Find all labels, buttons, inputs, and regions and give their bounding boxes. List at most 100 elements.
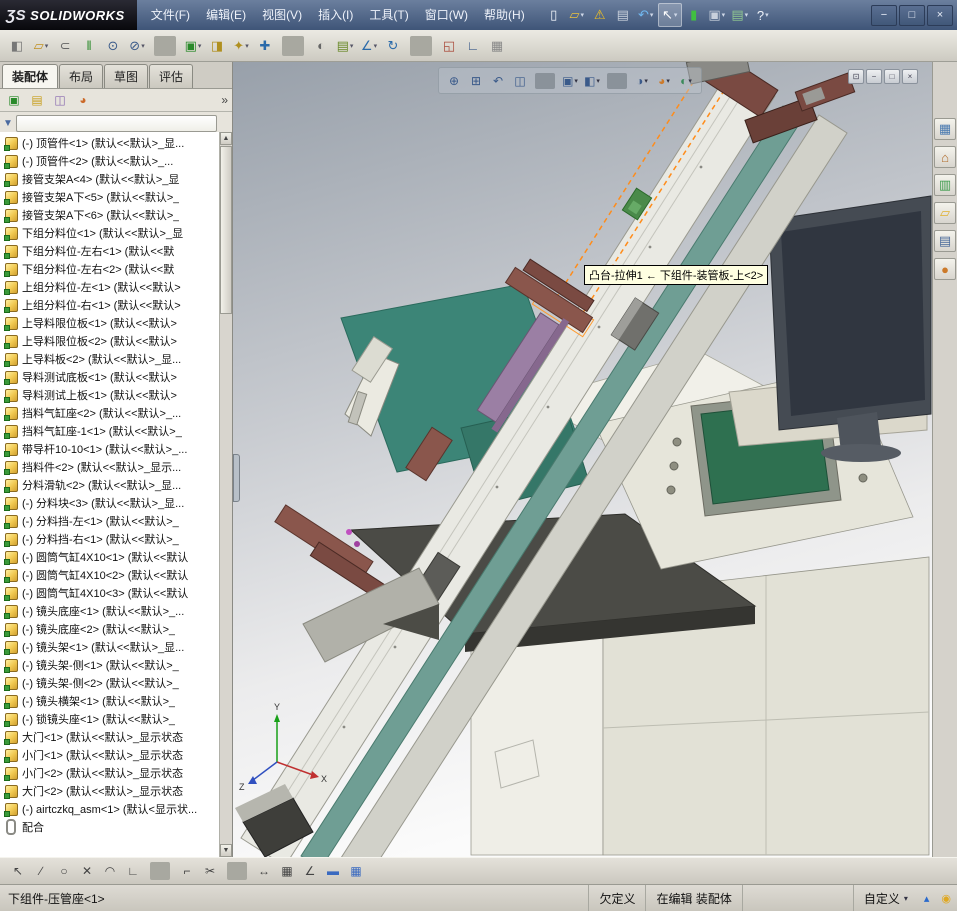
appearance-icon[interactable]: ◕ — [654, 71, 674, 91]
simulate-icon[interactable]: ↻ — [382, 35, 404, 57]
select-icon[interactable]: ↖ — [8, 861, 28, 881]
delete-icon[interactable]: ✕ — [77, 861, 97, 881]
menu-item[interactable]: 帮助(H) — [476, 0, 533, 30]
tree-item[interactable]: (-) 镜头架-侧<2> (默认<<默认>_ — [0, 674, 221, 692]
doc-minimize-icon[interactable]: − — [866, 69, 882, 84]
tree-item[interactable]: 上导料限位板<2> (默认<<默认> — [0, 332, 221, 350]
measure-icon[interactable]: ∟ — [462, 35, 484, 57]
doc-close-icon[interactable]: × — [902, 69, 918, 84]
menu-item[interactable]: 文件(F) — [143, 0, 198, 30]
scroll-up-button[interactable]: ▲ — [220, 132, 232, 145]
hatch-icon[interactable]: ▦ — [277, 861, 297, 881]
tree-item[interactable]: 接管支架A下<5> (默认<<默认>_ — [0, 188, 221, 206]
trim-icon[interactable]: ✂ — [200, 861, 220, 881]
toolbar-button[interactable] — [154, 35, 176, 56]
select-tool-icon[interactable]: ↖ — [657, 3, 682, 27]
update-icon[interactable]: ▴ — [924, 892, 930, 905]
scene-icon[interactable]: ◐ — [676, 71, 696, 91]
help-icon[interactable]: ? — [752, 4, 774, 26]
tree-item[interactable]: 配合 — [0, 818, 221, 836]
status-custom[interactable]: 自定义 ▾ — [852, 885, 918, 911]
mass-properties-icon[interactable]: ▦ — [486, 35, 508, 57]
maximize-button[interactable]: □ — [899, 4, 925, 26]
open-part-icon[interactable]: ▱ — [30, 35, 52, 57]
mate-icon[interactable]: ◨ — [206, 35, 228, 57]
view-orientation-icon[interactable]: ▣ — [560, 71, 580, 91]
insert-component-icon[interactable]: ▣ — [182, 35, 204, 57]
previous-view-icon[interactable]: ↶ — [488, 71, 508, 91]
tree-item[interactable]: (-) 镜头底座<2> (默认<<默认>_ — [0, 620, 221, 638]
tree-item[interactable]: (-) 锁镜头座<1> (默认<<默认>_ — [0, 710, 221, 728]
tree-item[interactable]: (-) 镜头横架<1> (默认<<默认>_ — [0, 692, 221, 710]
tree-item[interactable]: 挡料件<2> (默认<<默认>_显示... — [0, 458, 221, 476]
tree-item[interactable]: 大门<2> (默认<<默认>_显示状态 — [0, 782, 221, 800]
toolbar-button[interactable] — [410, 35, 432, 56]
tree-item[interactable]: (-) 分料挡-左<1> (默认<<默认>_ — [0, 512, 221, 530]
tree-item[interactable]: 上组分料位-右<1> (默认<<默认> — [0, 296, 221, 314]
sketch-tool-button[interactable] — [150, 862, 170, 880]
smart-fastener-icon[interactable]: ✦ — [230, 35, 252, 57]
table-icon[interactable]: ▦ — [346, 861, 366, 881]
interference-detection-icon[interactable]: ◱ — [438, 35, 460, 57]
reference-geometry-icon[interactable]: ∠ — [358, 35, 380, 57]
assembly-features-icon[interactable]: ▤ — [334, 35, 356, 57]
tree-item[interactable]: 大门<1> (默认<<默认>_显示状态 — [0, 728, 221, 746]
new-document-icon[interactable]: ▯ — [543, 4, 565, 26]
tree-item[interactable]: (-) 圆筒气缸4X10<3> (默认<<默认 — [0, 584, 221, 602]
display-style-icon[interactable]: ◧ — [582, 71, 602, 91]
section-view-icon[interactable]: ◫ — [510, 71, 530, 91]
view-settings-icon[interactable]: ◧ — [6, 35, 28, 57]
panel-tab[interactable]: 草图 — [104, 64, 149, 88]
doc-restore-icon[interactable]: □ — [884, 69, 900, 84]
appearances-icon[interactable]: ● — [934, 258, 956, 280]
component-pattern-icon[interactable]: ‖ — [78, 35, 100, 57]
tree-item[interactable]: 导料测试底板<1> (默认<<默认> — [0, 368, 221, 386]
displaymanager-icon[interactable]: ◕ — [73, 90, 93, 110]
sketch-tool-button[interactable] — [227, 862, 247, 880]
tree-item[interactable]: (-) 圆筒气缸4X10<2> (默认<<默认 — [0, 566, 221, 584]
view-palette-icon[interactable]: ▤ — [934, 230, 956, 252]
panel-splitter[interactable] — [233, 454, 240, 502]
tree-item[interactable]: 接管支架A<4> (默认<<默认>_显 — [0, 170, 221, 188]
arc-icon[interactable]: ◠ — [100, 861, 120, 881]
warning-icon[interactable]: ⚠ — [589, 4, 611, 26]
toolbar-button[interactable] — [282, 35, 304, 56]
panel-tab[interactable]: 评估 — [149, 64, 194, 88]
propertymanager-icon[interactable]: ▤ — [27, 90, 47, 110]
design-library-icon[interactable]: ▥ — [934, 174, 956, 196]
angle-icon[interactable]: ∠ — [300, 861, 320, 881]
tree-item[interactable]: 小门<1> (默认<<默认>_显示状态 — [0, 746, 221, 764]
tree-item[interactable]: 分料滑轨<2> (默认<<默认>_显... — [0, 476, 221, 494]
filter-input[interactable] — [15, 114, 217, 132]
circle-icon[interactable]: ○ — [54, 861, 74, 881]
menu-item[interactable]: 视图(V) — [254, 0, 310, 30]
tree-item[interactable]: (-) 镜头架<1> (默认<<默认>_显... — [0, 638, 221, 656]
menu-item[interactable]: 插入(I) — [310, 0, 361, 30]
tree-item[interactable]: 挡料气缸座-1<1> (默认<<默认>_ — [0, 422, 221, 440]
machine-model[interactable]: Y X Z — [233, 62, 932, 857]
scroll-thumb[interactable] — [220, 146, 232, 314]
tree-item[interactable]: 导料测试上板<1> (默认<<默认> — [0, 386, 221, 404]
zoom-fit-icon[interactable]: ⊕ — [444, 71, 464, 91]
tree-item[interactable]: 挡料气缸座<2> (默认<<默认>_... — [0, 404, 221, 422]
tree-item[interactable]: 接管支架A下<6> (默认<<默认>_ — [0, 206, 221, 224]
hide-show-icon[interactable]: ◑ — [632, 71, 652, 91]
tree-item[interactable]: (-) 分料块<3> (默认<<默认>_显... — [0, 494, 221, 512]
home-icon[interactable]: ⌂ — [934, 146, 956, 168]
hud-button[interactable] — [535, 72, 555, 89]
graphics-area[interactable]: Y X Z ⊕ ⊞ ↶ ◫ ▣ ◧ ◑ ◕ ◐ ⊡−□× 凸台-拉伸1 ← 下组件-装管板-上<… — [233, 62, 932, 857]
tree-item[interactable]: 下组分料位-左右<2> (默认<<默 — [0, 260, 221, 278]
featuremanager-icon[interactable]: ▣ — [4, 90, 24, 110]
tree-item[interactable]: 上组分料位-左<1> (默认<<默认> — [0, 278, 221, 296]
tree-item[interactable]: 小门<2> (默认<<默认>_显示状态 — [0, 764, 221, 782]
tree-item[interactable]: 下组分料位-左右<1> (默认<<默 — [0, 242, 221, 260]
options-icon[interactable]: ▣ — [706, 4, 728, 26]
perpendicular-icon[interactable]: ∟ — [123, 861, 143, 881]
menu-item[interactable]: 窗口(W) — [417, 0, 476, 30]
corner-rectangle-icon[interactable]: ⌐ — [177, 861, 197, 881]
tree-scrollbar[interactable]: ▲ ▼ — [219, 132, 232, 857]
tree-item[interactable]: 下组分料位<1> (默认<<默认>_显 — [0, 224, 221, 242]
plane-icon[interactable]: ▬ — [323, 861, 343, 881]
quick-tips-icon[interactable]: ◉ — [941, 892, 951, 905]
hud-button[interactable] — [607, 72, 627, 89]
